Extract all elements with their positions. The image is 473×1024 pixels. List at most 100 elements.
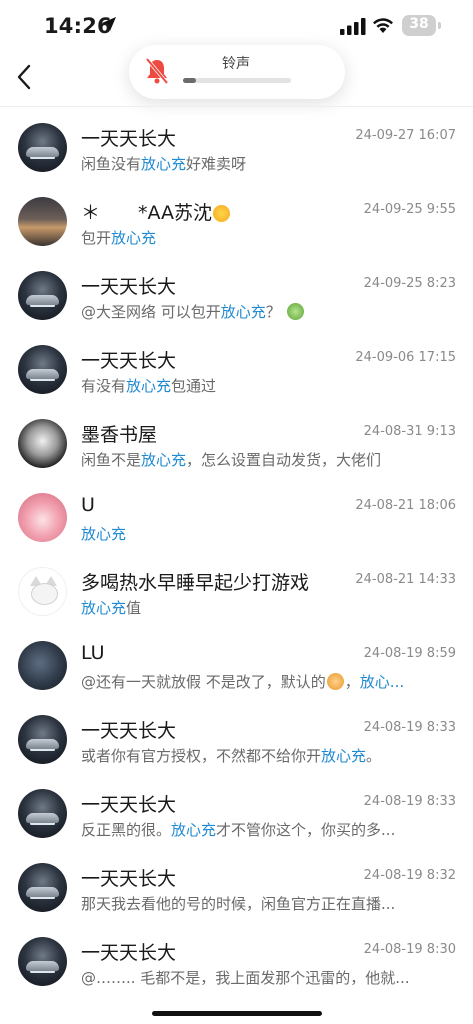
avatar[interactable] (18, 789, 67, 838)
avatar[interactable] (18, 567, 67, 616)
conversation-row[interactable]: 一天天长大 24-08-19 8:33 或者你有官方授权，不然都不给你开放心充。 (0, 703, 473, 777)
contact-name: 一天天长大 (81, 720, 177, 742)
conversation-row[interactable]: 墨香书屋 24-08-31 9:13 闲鱼不是放心充，怎么设置自动发货，大佬们 (0, 407, 473, 481)
contact-name: 多喝热水早睡早起少打游戏 (81, 572, 310, 594)
avatar[interactable] (18, 493, 67, 542)
wifi-icon (373, 18, 393, 33)
contact-name: ＊ *AA苏沈 (81, 198, 231, 225)
highlight-keyword: 放心充 (111, 229, 157, 247)
message-text: 有没有 (81, 377, 127, 395)
conversation-row[interactable]: 一天天长大 24-09-06 17:15 有没有放心充包通过 (0, 333, 473, 407)
message-date: 24-08-19 8:33 (363, 720, 456, 735)
ringer-volume-bar (183, 78, 291, 83)
message-text: 反正黑的很。 (81, 821, 172, 839)
conversation-row[interactable]: 一天天长大 24-09-27 16:07 闲鱼没有放心充好难卖呀 (0, 111, 473, 185)
message-text: @大圣网络 可以包开 (81, 303, 221, 321)
message-preview: 反正黑的很。放心充才不管你这个，你买的多... (81, 819, 441, 840)
message-text: 闲鱼不是 (81, 451, 142, 469)
avatar[interactable] (18, 197, 67, 246)
frog-emoji-icon (286, 303, 304, 320)
message-preview: @还有一天就放假 不是改了，默认的 ，放心... (81, 671, 441, 692)
message-text: 好难卖呀 (186, 155, 247, 173)
home-indicator[interactable] (152, 1011, 322, 1016)
highlight-keyword: 放心充 (81, 599, 127, 617)
message-text: @还有一天就放假 不是改了，默认的 (81, 673, 326, 691)
battery-cap (438, 22, 441, 29)
battery-level: 38 (409, 16, 429, 32)
cellular-signal-icon (340, 18, 366, 35)
ringer-volume-fill (183, 78, 196, 83)
conversation-list: 一天天长大 24-09-27 16:07 闲鱼没有放心充好难卖呀 ＊ *AA苏沈 24-… (0, 111, 473, 999)
message-preview: 闲鱼不是放心充，怎么设置自动发货，大佬们 (81, 449, 441, 470)
message-text: 包通过 (171, 377, 217, 395)
message-date: 24-08-21 14:33 (355, 572, 456, 587)
avatar[interactable] (18, 641, 67, 690)
message-date: 24-08-31 9:13 (363, 424, 456, 439)
message-preview: 那天我去看他的号的时候，闲鱼官方正在直播... (81, 893, 441, 914)
battery-icon: 38 (402, 15, 436, 36)
avatar[interactable] (18, 271, 67, 320)
message-date: 24-09-25 9:55 (363, 202, 456, 217)
message-preview: @…….. 毛都不是，我上面发那个迅雷的，他就... (81, 967, 441, 988)
message-text: @…….. 毛都不是，我上面发那个迅雷的，他就... (81, 969, 410, 987)
message-text: 那天我去看他的号的时候，闲鱼官方正在直播... (81, 895, 396, 913)
message-text: ？ (265, 303, 286, 321)
message-preview: @大圣网络 可以包开放心充？ (81, 301, 441, 322)
avatar[interactable] (18, 123, 67, 172)
message-preview: 或者你有官方授权，不然都不给你开放心充。 (81, 745, 441, 766)
message-text: ，怎么设置自动发货，大佬们 (186, 451, 382, 469)
message-preview: 放心充值 (81, 597, 441, 618)
highlight-keyword: 放心充 (141, 451, 187, 469)
message-date: 24-08-19 8:30 (363, 942, 456, 957)
sun-emoji-icon (213, 205, 231, 222)
contact-name: 墨香书屋 (81, 424, 158, 446)
location-arrow-icon (102, 17, 116, 31)
conversation-row[interactable]: LU 24-08-19 8:59 @还有一天就放假 不是改了，默认的 ，放心... (0, 629, 473, 703)
message-date: 24-09-06 17:15 (355, 350, 456, 365)
avatar[interactable] (18, 419, 67, 468)
conversation-row[interactable]: 多喝热水早睡早起少打游戏 24-08-21 14:33 放心充值 (0, 555, 473, 629)
message-text: 包开 (81, 229, 112, 247)
contact-name: LU (81, 642, 105, 664)
conversation-row[interactable]: 一天天长大 24-08-19 8:33 反正黑的很。放心充才不管你这个，你买的多..… (0, 777, 473, 851)
tiger-emoji-icon (326, 673, 344, 690)
bell-muted-icon (145, 57, 169, 85)
message-preview: 闲鱼没有放心充好难卖呀 (81, 153, 441, 174)
conversation-row[interactable]: 一天天长大 24-09-25 8:23 @大圣网络 可以包开放心充？ (0, 259, 473, 333)
conversation-row[interactable]: 一天天长大 24-08-19 8:30 @…….. 毛都不是，我上面发那个迅雷的，他… (0, 925, 473, 999)
message-preview: 包开放心充 (81, 227, 441, 248)
contact-name: 一天天长大 (81, 350, 177, 372)
message-preview: 放心充 (81, 523, 441, 544)
conversation-row[interactable]: 一天天长大 24-08-19 8:32 那天我去看他的号的时候，闲鱼官方正在直播..… (0, 851, 473, 925)
message-text: 值 (126, 599, 142, 617)
avatar[interactable] (18, 937, 67, 986)
header-divider (0, 106, 473, 107)
message-date: 24-08-19 8:59 (363, 646, 456, 661)
conversation-row[interactable]: ＊ *AA苏沈 24-09-25 9:55 包开放心充 (0, 185, 473, 259)
message-preview: 有没有放心充包通过 (81, 375, 441, 396)
avatar[interactable] (18, 863, 67, 912)
highlight-keyword: 放心... (359, 673, 405, 691)
back-icon[interactable] (14, 62, 36, 92)
avatar[interactable] (18, 715, 67, 764)
highlight-keyword: 放心充 (321, 747, 367, 765)
contact-name: 一天天长大 (81, 794, 177, 816)
highlight-keyword: 放心充 (171, 821, 217, 839)
ringer-label: 铃声 (222, 56, 250, 72)
message-date: 24-08-21 18:06 (355, 498, 456, 513)
message-text: 或者你有官方授权，不然都不给你开 (81, 747, 322, 765)
highlight-keyword: 放心充 (220, 303, 266, 321)
conversation-row[interactable]: U 24-08-21 18:06 放心充 (0, 481, 473, 555)
message-text: 才不管你这个，你买的多... (216, 821, 396, 839)
ringer-volume-hud: 铃声 (129, 45, 345, 99)
highlight-keyword: 放心充 (126, 377, 172, 395)
message-date: 24-08-19 8:32 (363, 868, 456, 883)
highlight-keyword: 放心充 (81, 525, 127, 543)
avatar[interactable] (18, 345, 67, 394)
contact-name: U (81, 494, 95, 516)
contact-name: 一天天长大 (81, 868, 177, 890)
message-text: ， (344, 673, 360, 691)
message-date: 24-09-25 8:23 (363, 276, 456, 291)
contact-name: 一天天长大 (81, 128, 177, 150)
message-text: 。 (366, 747, 382, 765)
